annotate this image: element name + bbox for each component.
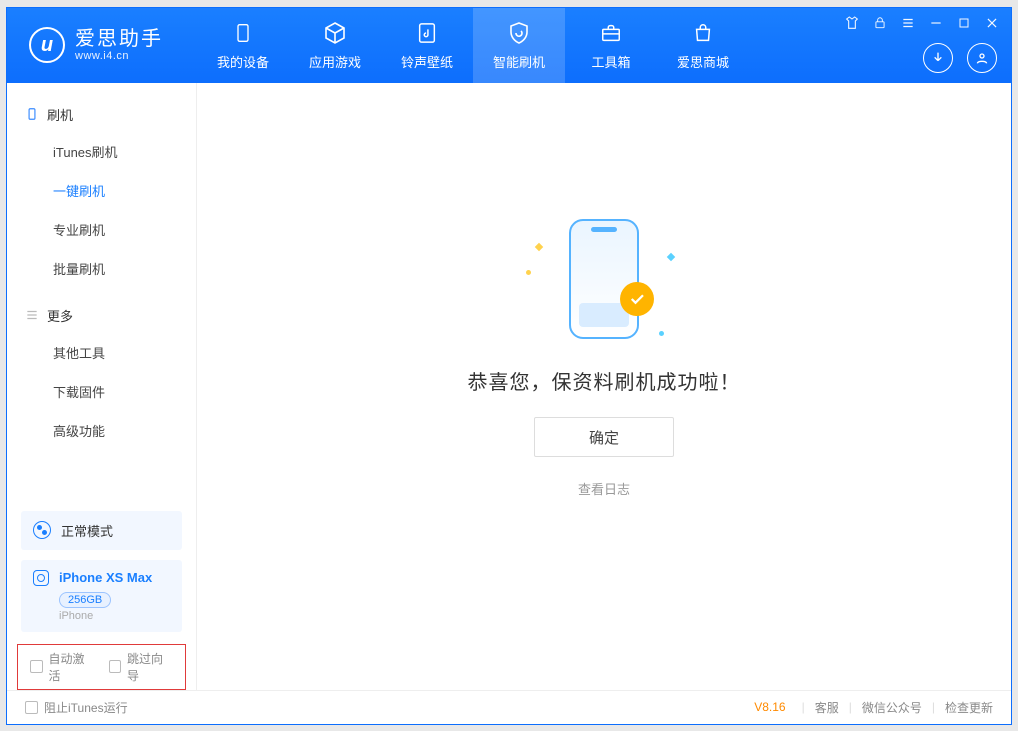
phone-graphic <box>569 219 639 339</box>
cube-icon <box>322 20 348 46</box>
device-type: iPhone <box>59 610 170 622</box>
logo-icon: u <box>29 27 65 63</box>
tab-apps[interactable]: 应用游戏 <box>289 8 381 83</box>
tab-toolbox[interactable]: 工具箱 <box>565 8 657 83</box>
maximize-button[interactable] <box>955 14 973 32</box>
bag-icon <box>690 20 716 46</box>
status-bar: 阻止iTunes运行 V8.16 | 客服 | 微信公众号 | 检查更新 <box>7 690 1011 724</box>
tab-my-device[interactable]: 我的设备 <box>197 8 289 83</box>
ok-button[interactable]: 确定 <box>534 417 674 457</box>
menu-icon[interactable] <box>899 14 917 32</box>
app-window: u 爱思助手 www.i4.cn 我的设备 应用游戏 铃声壁纸 智能刷机 <box>6 7 1012 725</box>
success-message: 恭喜您，保资料刷机成功啦！ <box>468 366 741 395</box>
close-button[interactable] <box>983 14 1001 32</box>
check-badge-icon <box>620 282 654 316</box>
shirt-icon[interactable] <box>843 14 861 32</box>
music-file-icon <box>414 20 440 46</box>
minimize-button[interactable] <box>927 14 945 32</box>
result-panel: 恭喜您，保资料刷机成功啦！ 确定 查看日志 <box>468 214 741 498</box>
download-button[interactable] <box>923 43 953 73</box>
main-content: 恭喜您，保资料刷机成功啦！ 确定 查看日志 <box>197 83 1011 690</box>
list-icon <box>25 308 39 322</box>
app-url: www.i4.cn <box>75 50 163 62</box>
options-highlight-box: 自动激活 跳过向导 <box>17 644 186 690</box>
customer-service-link[interactable]: 客服 <box>815 699 839 716</box>
mode-card[interactable]: 正常模式 <box>21 511 182 550</box>
version-label: V8.16 <box>754 700 785 714</box>
device-name: iPhone XS Max <box>59 570 152 585</box>
logo-text: 爱思助手 www.i4.cn <box>75 28 163 62</box>
sidebar-item-onekey-flash[interactable]: 一键刷机 <box>7 171 196 210</box>
mode-icon <box>33 521 51 539</box>
sidebar-item-advanced[interactable]: 高级功能 <box>7 411 196 450</box>
sidebar-item-pro-flash[interactable]: 专业刷机 <box>7 210 196 249</box>
tab-flash[interactable]: 智能刷机 <box>473 8 565 83</box>
header-action-icons <box>923 43 997 73</box>
logo[interactable]: u 爱思助手 www.i4.cn <box>7 8 197 83</box>
checkbox-block-itunes[interactable]: 阻止iTunes运行 <box>25 699 128 716</box>
device-icon <box>33 570 49 586</box>
device-capacity: 256GB <box>59 592 111 608</box>
checkbox-skip-guide[interactable]: 跳过向导 <box>109 650 174 684</box>
sidebar-item-itunes-flash[interactable]: iTunes刷机 <box>7 132 196 171</box>
user-button[interactable] <box>967 43 997 73</box>
main-tabs: 我的设备 应用游戏 铃声壁纸 智能刷机 工具箱 爱思商城 <box>197 8 749 83</box>
window-controls <box>843 14 1001 32</box>
checkbox-auto-activate[interactable]: 自动激活 <box>30 650 95 684</box>
device-icon <box>25 107 39 121</box>
sidebar-group-flash: 刷机 <box>7 97 196 132</box>
shield-refresh-icon <box>506 20 532 46</box>
sidebar-group-more: 更多 <box>7 298 196 333</box>
header: u 爱思助手 www.i4.cn 我的设备 应用游戏 铃声壁纸 智能刷机 <box>7 8 1011 83</box>
phone-icon <box>230 20 256 46</box>
check-update-link[interactable]: 检查更新 <box>945 699 993 716</box>
toolbox-icon <box>598 20 624 46</box>
view-log-link[interactable]: 查看日志 <box>578 479 630 498</box>
sidebar: 刷机 iTunes刷机 一键刷机 专业刷机 批量刷机 更多 其他工具 下载固件 … <box>7 83 197 690</box>
device-card[interactable]: iPhone XS Max 256GB iPhone <box>21 560 182 632</box>
sidebar-item-other-tools[interactable]: 其他工具 <box>7 333 196 372</box>
tab-store[interactable]: 爱思商城 <box>657 8 749 83</box>
tab-ringtone[interactable]: 铃声壁纸 <box>381 8 473 83</box>
mode-label: 正常模式 <box>61 521 113 540</box>
wechat-link[interactable]: 微信公众号 <box>862 699 922 716</box>
sidebar-item-download-firmware[interactable]: 下载固件 <box>7 372 196 411</box>
success-illustration <box>524 214 684 344</box>
app-name: 爱思助手 <box>75 28 163 50</box>
body: 刷机 iTunes刷机 一键刷机 专业刷机 批量刷机 更多 其他工具 下载固件 … <box>7 83 1011 690</box>
sidebar-item-batch-flash[interactable]: 批量刷机 <box>7 249 196 288</box>
lock-icon[interactable] <box>871 14 889 32</box>
